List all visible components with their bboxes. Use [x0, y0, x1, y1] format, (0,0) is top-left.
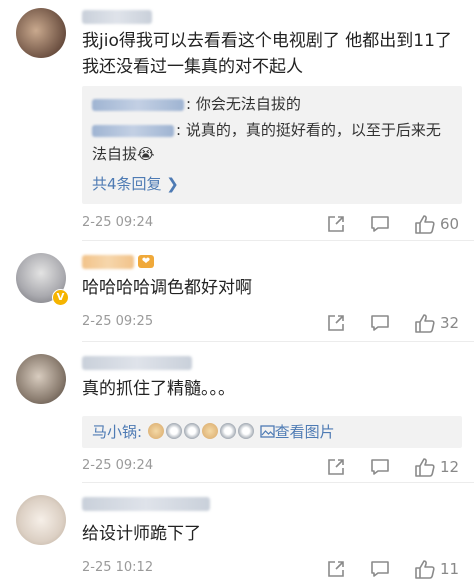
- username-blurred[interactable]: [82, 497, 210, 511]
- view-image-link[interactable]: 查看图片: [259, 423, 335, 441]
- verified-badge: V: [52, 289, 69, 306]
- like-count: 11: [440, 560, 460, 578]
- reply-line: : 说真的，真的挺好看的，以至于后来无法自拔😭: [92, 118, 452, 166]
- reply-username-blurred[interactable]: [92, 124, 174, 137]
- username-blurred[interactable]: [82, 10, 152, 24]
- username-blurred[interactable]: [82, 356, 192, 370]
- doge-emoji: [201, 423, 218, 439]
- share-button[interactable]: [326, 557, 346, 581]
- comment-1: 我jio得我可以去看看这个电视剧了 他都出到11了我还没看过一集真的对不起人 :…: [0, 0, 474, 240]
- husky-emoji: [237, 423, 254, 439]
- share-icon: [328, 459, 344, 475]
- reply-line: : 你会无法自拔的: [92, 92, 452, 116]
- like-count: 60: [440, 215, 460, 233]
- comment-icon: [371, 315, 389, 331]
- view-image-label: 查看图片: [274, 423, 335, 441]
- comment-text: 哈哈哈哈调色都好对啊: [82, 278, 252, 298]
- reply-username-blurred[interactable]: [92, 98, 184, 111]
- comment-text: 真的抓住了精髓。。。: [82, 379, 235, 399]
- reply-line: 马小锅: 查看图片: [92, 420, 452, 444]
- comment-icon: [371, 561, 389, 577]
- share-button[interactable]: [326, 311, 346, 335]
- username-blurred[interactable]: [82, 255, 134, 269]
- comment-button[interactable]: [370, 557, 390, 581]
- comment-button[interactable]: [370, 455, 390, 479]
- husky-emoji: [219, 423, 236, 439]
- comment-button[interactable]: [370, 311, 390, 335]
- husky-emoji: [165, 423, 182, 439]
- comment-4: 给设计师跪下了 2-25 10:12 11: [0, 483, 474, 588]
- timestamp: 2-25 10:12: [82, 560, 154, 575]
- comment-text: 我jio得我可以去看看这个电视剧了 他都出到11了我还没看过一集真的对不起人: [82, 31, 452, 77]
- like-button[interactable]: 32: [414, 311, 459, 335]
- crying-emoji: 😭: [137, 145, 155, 163]
- meta-row: 2-25 10:12 11: [82, 557, 460, 581]
- timestamp: 2-25 09:24: [82, 458, 154, 473]
- thumbs-up-icon: [415, 458, 435, 477]
- thumbs-up-icon: [415, 560, 435, 579]
- reply-box[interactable]: 马小锅: 查看图片: [82, 416, 462, 448]
- timestamp: 2-25 09:25: [82, 314, 154, 329]
- like-button[interactable]: 60: [414, 212, 459, 236]
- comment-2: V ❤ 哈哈哈哈调色都好对啊 2-25 09:25 32: [0, 241, 474, 341]
- share-button[interactable]: [326, 455, 346, 479]
- share-icon: [328, 561, 344, 577]
- like-count: 32: [440, 314, 460, 332]
- reply-text: : 你会无法自拔的: [186, 95, 301, 113]
- avatar[interactable]: [16, 495, 66, 545]
- comment-icon: [371, 459, 389, 475]
- comment-text: 给设计师跪下了: [82, 524, 201, 544]
- thumbs-up-icon: [415, 314, 435, 333]
- doge-emoji: [147, 423, 164, 439]
- comment-3: 真的抓住了精髓。。。 马小锅: 查看图片 2-25 09:24 12: [0, 342, 474, 482]
- share-icon: [328, 315, 344, 331]
- meta-row: 2-25 09:25 32: [82, 311, 460, 335]
- more-replies-link[interactable]: 共4条回复 ❯: [92, 172, 452, 196]
- comment-button[interactable]: [370, 212, 390, 236]
- avatar[interactable]: [16, 354, 66, 404]
- thumbs-up-icon: [415, 215, 435, 234]
- timestamp: 2-25 09:24: [82, 215, 154, 230]
- share-button[interactable]: [326, 212, 346, 236]
- husky-emoji: [183, 423, 200, 439]
- like-button[interactable]: 11: [414, 557, 459, 581]
- meta-row: 2-25 09:24 60: [82, 212, 460, 236]
- reply-box[interactable]: : 你会无法自拔的 : 说真的，真的挺好看的，以至于后来无法自拔😭 共4条回复 …: [82, 86, 462, 204]
- share-icon: [328, 216, 344, 232]
- like-button[interactable]: 12: [414, 455, 459, 479]
- comment-icon: [371, 216, 389, 232]
- member-badge: ❤: [138, 255, 154, 268]
- reply-author[interactable]: 马小锅:: [92, 423, 142, 441]
- like-count: 12: [440, 458, 460, 476]
- avatar[interactable]: [16, 8, 66, 58]
- image-icon: [259, 425, 275, 438]
- meta-row: 2-25 09:24 12: [82, 455, 460, 479]
